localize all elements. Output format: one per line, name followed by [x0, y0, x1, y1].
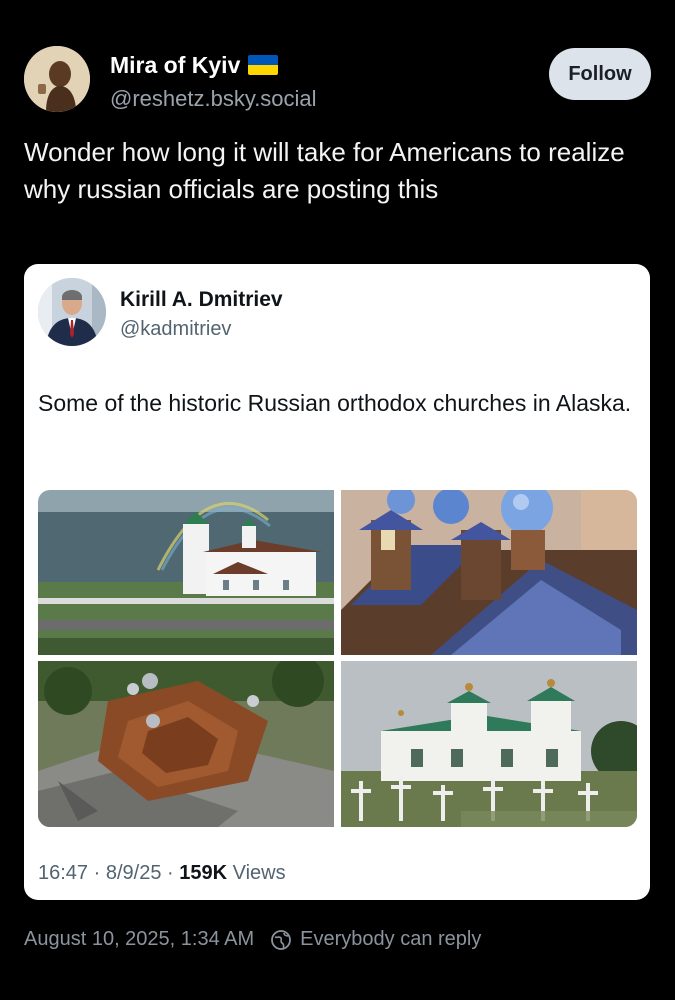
author-name-text: Mira of Kyiv — [110, 52, 241, 78]
reply-setting[interactable]: Everybody can reply — [270, 928, 481, 951]
post-timestamp: August 10, 2025, 1:34 AM — [24, 928, 255, 950]
reply-setting-label: Everybody can reply — [300, 928, 482, 950]
meta-separator: · — [88, 862, 106, 884]
author-handle[interactable]: @reshetz.bsky.social — [110, 86, 317, 112]
quoted-author-handle[interactable]: @kadmitriev — [120, 318, 231, 341]
author-name[interactable]: Mira of Kyiv — [110, 52, 279, 79]
globe-icon — [271, 929, 292, 950]
media-image-1[interactable] — [38, 490, 334, 655]
quoted-post-card[interactable]: Kirill A. Dmitriev @kadmitriev Some of t… — [24, 264, 650, 900]
meta-separator: · — [161, 862, 180, 884]
views-label: Views — [227, 862, 286, 884]
quoted-post-text: Some of the historic Russian orthodox ch… — [38, 390, 632, 416]
media-image-2[interactable] — [341, 490, 637, 655]
quoted-post-time: 16:47 — [38, 862, 89, 884]
views-count: 159K — [179, 862, 228, 884]
quoted-author-avatar[interactable] — [38, 278, 106, 346]
post-footer: August 10, 2025, 1:34 AM Everybody can r… — [24, 928, 481, 951]
quoted-post-meta: 16:47 · 8/9/25 · 159K Views — [38, 862, 286, 885]
media-image-4[interactable] — [341, 661, 637, 827]
post-text: Wonder how long it will take for America… — [24, 137, 625, 204]
quoted-author-name[interactable]: Kirill A. Dmitriev — [120, 288, 283, 312]
author-avatar[interactable] — [24, 46, 90, 112]
media-grid — [38, 490, 637, 827]
quoted-post-date: 8/9/25 — [105, 862, 162, 884]
ukraine-flag-icon — [248, 55, 279, 75]
post-header: Mira of Kyiv @reshetz.bsky.social Follow — [24, 46, 651, 116]
follow-button[interactable]: Follow — [549, 48, 651, 100]
media-image-3[interactable] — [38, 661, 334, 827]
